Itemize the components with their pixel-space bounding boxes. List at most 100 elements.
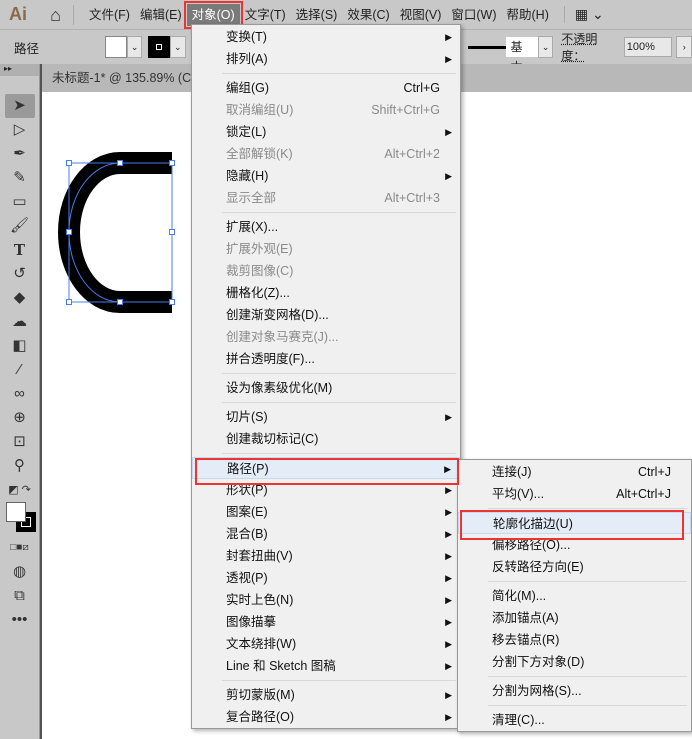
- menu-item-label: 透视(P): [226, 571, 268, 585]
- menu-item[interactable]: 设为像素级优化(M): [192, 377, 460, 399]
- menu-item-label: 移去锚点(R): [492, 633, 560, 647]
- menu-item-label: 复合路径(O): [226, 710, 295, 724]
- menu-item-label: 简化(M)...: [492, 589, 547, 603]
- submenu-arrow-icon: ▶: [445, 127, 452, 137]
- menu-item: 扩展外观(E): [192, 238, 460, 260]
- submenu-arrow-icon: ▶: [445, 507, 452, 517]
- menu-item: 取消编组(U) Shift+Ctrl+G: [192, 99, 460, 121]
- menu-item-label: 图案(E): [226, 505, 268, 519]
- menu-item[interactable]: 分割下方对象(D): [458, 651, 691, 673]
- menu-item[interactable]: 图案(E) ▶: [192, 501, 460, 523]
- menu-item-label: 切片(S): [226, 410, 268, 424]
- menu-item-label: 全部解锁(K): [226, 147, 293, 161]
- submenu-arrow-icon: ▶: [445, 412, 452, 422]
- menu-separator: [488, 676, 687, 677]
- menu-item: 裁剪图像(C): [192, 260, 460, 282]
- menu-item: 创建对象马赛克(J)...: [192, 326, 460, 348]
- menu-item[interactable]: 平均(V)... Alt+Ctrl+J: [458, 483, 691, 505]
- menu-item-label: 扩展(X)...: [226, 220, 279, 234]
- menu-item[interactable]: 变换(T) ▶: [192, 26, 460, 48]
- menu-item-shortcut: Shift+Ctrl+G: [371, 103, 440, 117]
- menu-item[interactable]: 分割为网格(S)...: [458, 680, 691, 702]
- menu-item-label: 取消编组(U): [226, 103, 294, 117]
- menu-item-label: 图像描摹: [226, 615, 277, 629]
- menu-item[interactable]: 创建渐变网格(D)...: [192, 304, 460, 326]
- menu-item[interactable]: 复合路径(O) ▶: [192, 706, 460, 728]
- menu-separator: [222, 402, 456, 403]
- menu-item[interactable]: 清理(C)...: [458, 709, 691, 731]
- menu-separator: [488, 508, 687, 509]
- menu-item-shortcut: Alt+Ctrl+2: [384, 147, 440, 161]
- menu-item[interactable]: 创建裁切标记(C): [192, 428, 460, 450]
- menu-item-label: 封套扭曲(V): [226, 549, 293, 563]
- menu-item-label: 偏移路径(O)...: [492, 538, 571, 552]
- menu-item-label: 分割下方对象(D): [492, 655, 585, 669]
- menu-item[interactable]: 扩展(X)...: [192, 216, 460, 238]
- menu-item[interactable]: 反转路径方向(E): [458, 556, 691, 578]
- menu-separator: [222, 373, 456, 374]
- menu-item-label: 拼合透明度(F)...: [226, 352, 315, 366]
- menu-item-shortcut: Alt+Ctrl+3: [384, 191, 440, 205]
- menu-item[interactable]: 透视(P) ▶: [192, 567, 460, 589]
- submenu-arrow-icon: ▶: [445, 595, 452, 605]
- menu-item-label: 剪切蒙版(M): [226, 688, 295, 702]
- menu-item-label: 变换(T): [226, 30, 267, 44]
- menu-item-label: 锁定(L): [226, 125, 267, 139]
- menu-item-label: 平均(V)...: [492, 487, 545, 501]
- menu-item[interactable]: 实时上色(N) ▶: [192, 589, 460, 611]
- menu-item[interactable]: 隐藏(H) ▶: [192, 165, 460, 187]
- menu-item[interactable]: 编组(G) Ctrl+G: [192, 77, 460, 99]
- menu-item[interactable]: Line 和 Sketch 图稿 ▶: [192, 655, 460, 677]
- object-menu: 变换(T) ▶ 排列(A) ▶ 编组(G) Ctrl+G 取消编组(U) Shift+Ctrl…: [191, 24, 461, 729]
- menu-item-label: 形状(P): [226, 483, 268, 497]
- menu-item-label: 添加锚点(A): [492, 611, 559, 625]
- submenu-arrow-icon: ▶: [445, 712, 452, 722]
- menu-item-label: 显示全部: [226, 191, 277, 205]
- menu-item[interactable]: 排列(A) ▶: [192, 48, 460, 70]
- submenu-arrow-icon: ▶: [445, 529, 452, 539]
- submenu-arrow-icon: ▶: [445, 639, 452, 649]
- menu-item[interactable]: 栅格化(Z)...: [192, 282, 460, 304]
- menu-item[interactable]: 文本绕排(W) ▶: [192, 633, 460, 655]
- menu-separator: [488, 705, 687, 706]
- menu-item: 全部解锁(K) Alt+Ctrl+2: [192, 143, 460, 165]
- menu-item-label: 创建对象马赛克(J)...: [226, 330, 339, 344]
- menu-item: 显示全部 Alt+Ctrl+3: [192, 187, 460, 209]
- menu-item[interactable]: 混合(B) ▶: [192, 523, 460, 545]
- menu-separator: [222, 453, 456, 454]
- menu-item[interactable]: 连接(J) Ctrl+J: [458, 461, 691, 483]
- menu-item-shortcut: Ctrl+G: [403, 81, 440, 95]
- submenu-arrow-icon: ▶: [445, 661, 452, 671]
- menu-item-shortcut: Ctrl+J: [638, 465, 671, 479]
- highlight-box-outline-stroke: [460, 510, 684, 540]
- menu-item[interactable]: 封套扭曲(V) ▶: [192, 545, 460, 567]
- menu-item[interactable]: 添加锚点(A): [458, 607, 691, 629]
- menu-item-label: Line 和 Sketch 图稿: [226, 659, 336, 673]
- menu-item-label: 创建渐变网格(D)...: [226, 308, 329, 322]
- menu-item-label: 扩展外观(E): [226, 242, 293, 256]
- menu-separator: [488, 581, 687, 582]
- submenu-arrow-icon: ▶: [445, 171, 452, 181]
- highlight-box-path: [195, 458, 459, 485]
- menu-item[interactable]: 锁定(L) ▶: [192, 121, 460, 143]
- menu-item[interactable]: 拼合透明度(F)...: [192, 348, 460, 370]
- menu-item-label: 清理(C)...: [492, 713, 545, 727]
- menu-item[interactable]: 图像描摹 ▶: [192, 611, 460, 633]
- submenu-arrow-icon: ▶: [445, 551, 452, 561]
- menu-item-shortcut: Alt+Ctrl+J: [616, 487, 671, 501]
- menu-item-label: 排列(A): [226, 52, 268, 66]
- menu-item-label: 实时上色(N): [226, 593, 294, 607]
- menu-item-label: 设为像素级优化(M): [226, 381, 333, 395]
- submenu-arrow-icon: ▶: [445, 690, 452, 700]
- submenu-arrow-icon: ▶: [445, 54, 452, 64]
- menu-item[interactable]: 剪切蒙版(M) ▶: [192, 684, 460, 706]
- menu-item[interactable]: 切片(S) ▶: [192, 406, 460, 428]
- menu-item-label: 分割为网格(S)...: [492, 684, 582, 698]
- menu-item-label: 裁剪图像(C): [226, 264, 294, 278]
- menu-item[interactable]: 移去锚点(R): [458, 629, 691, 651]
- menu-item[interactable]: 简化(M)...: [458, 585, 691, 607]
- menu-item-label: 隐藏(H): [226, 169, 269, 183]
- menu-separator: [222, 680, 456, 681]
- submenu-arrow-icon: ▶: [445, 573, 452, 583]
- menu-item-label: 反转路径方向(E): [492, 560, 584, 574]
